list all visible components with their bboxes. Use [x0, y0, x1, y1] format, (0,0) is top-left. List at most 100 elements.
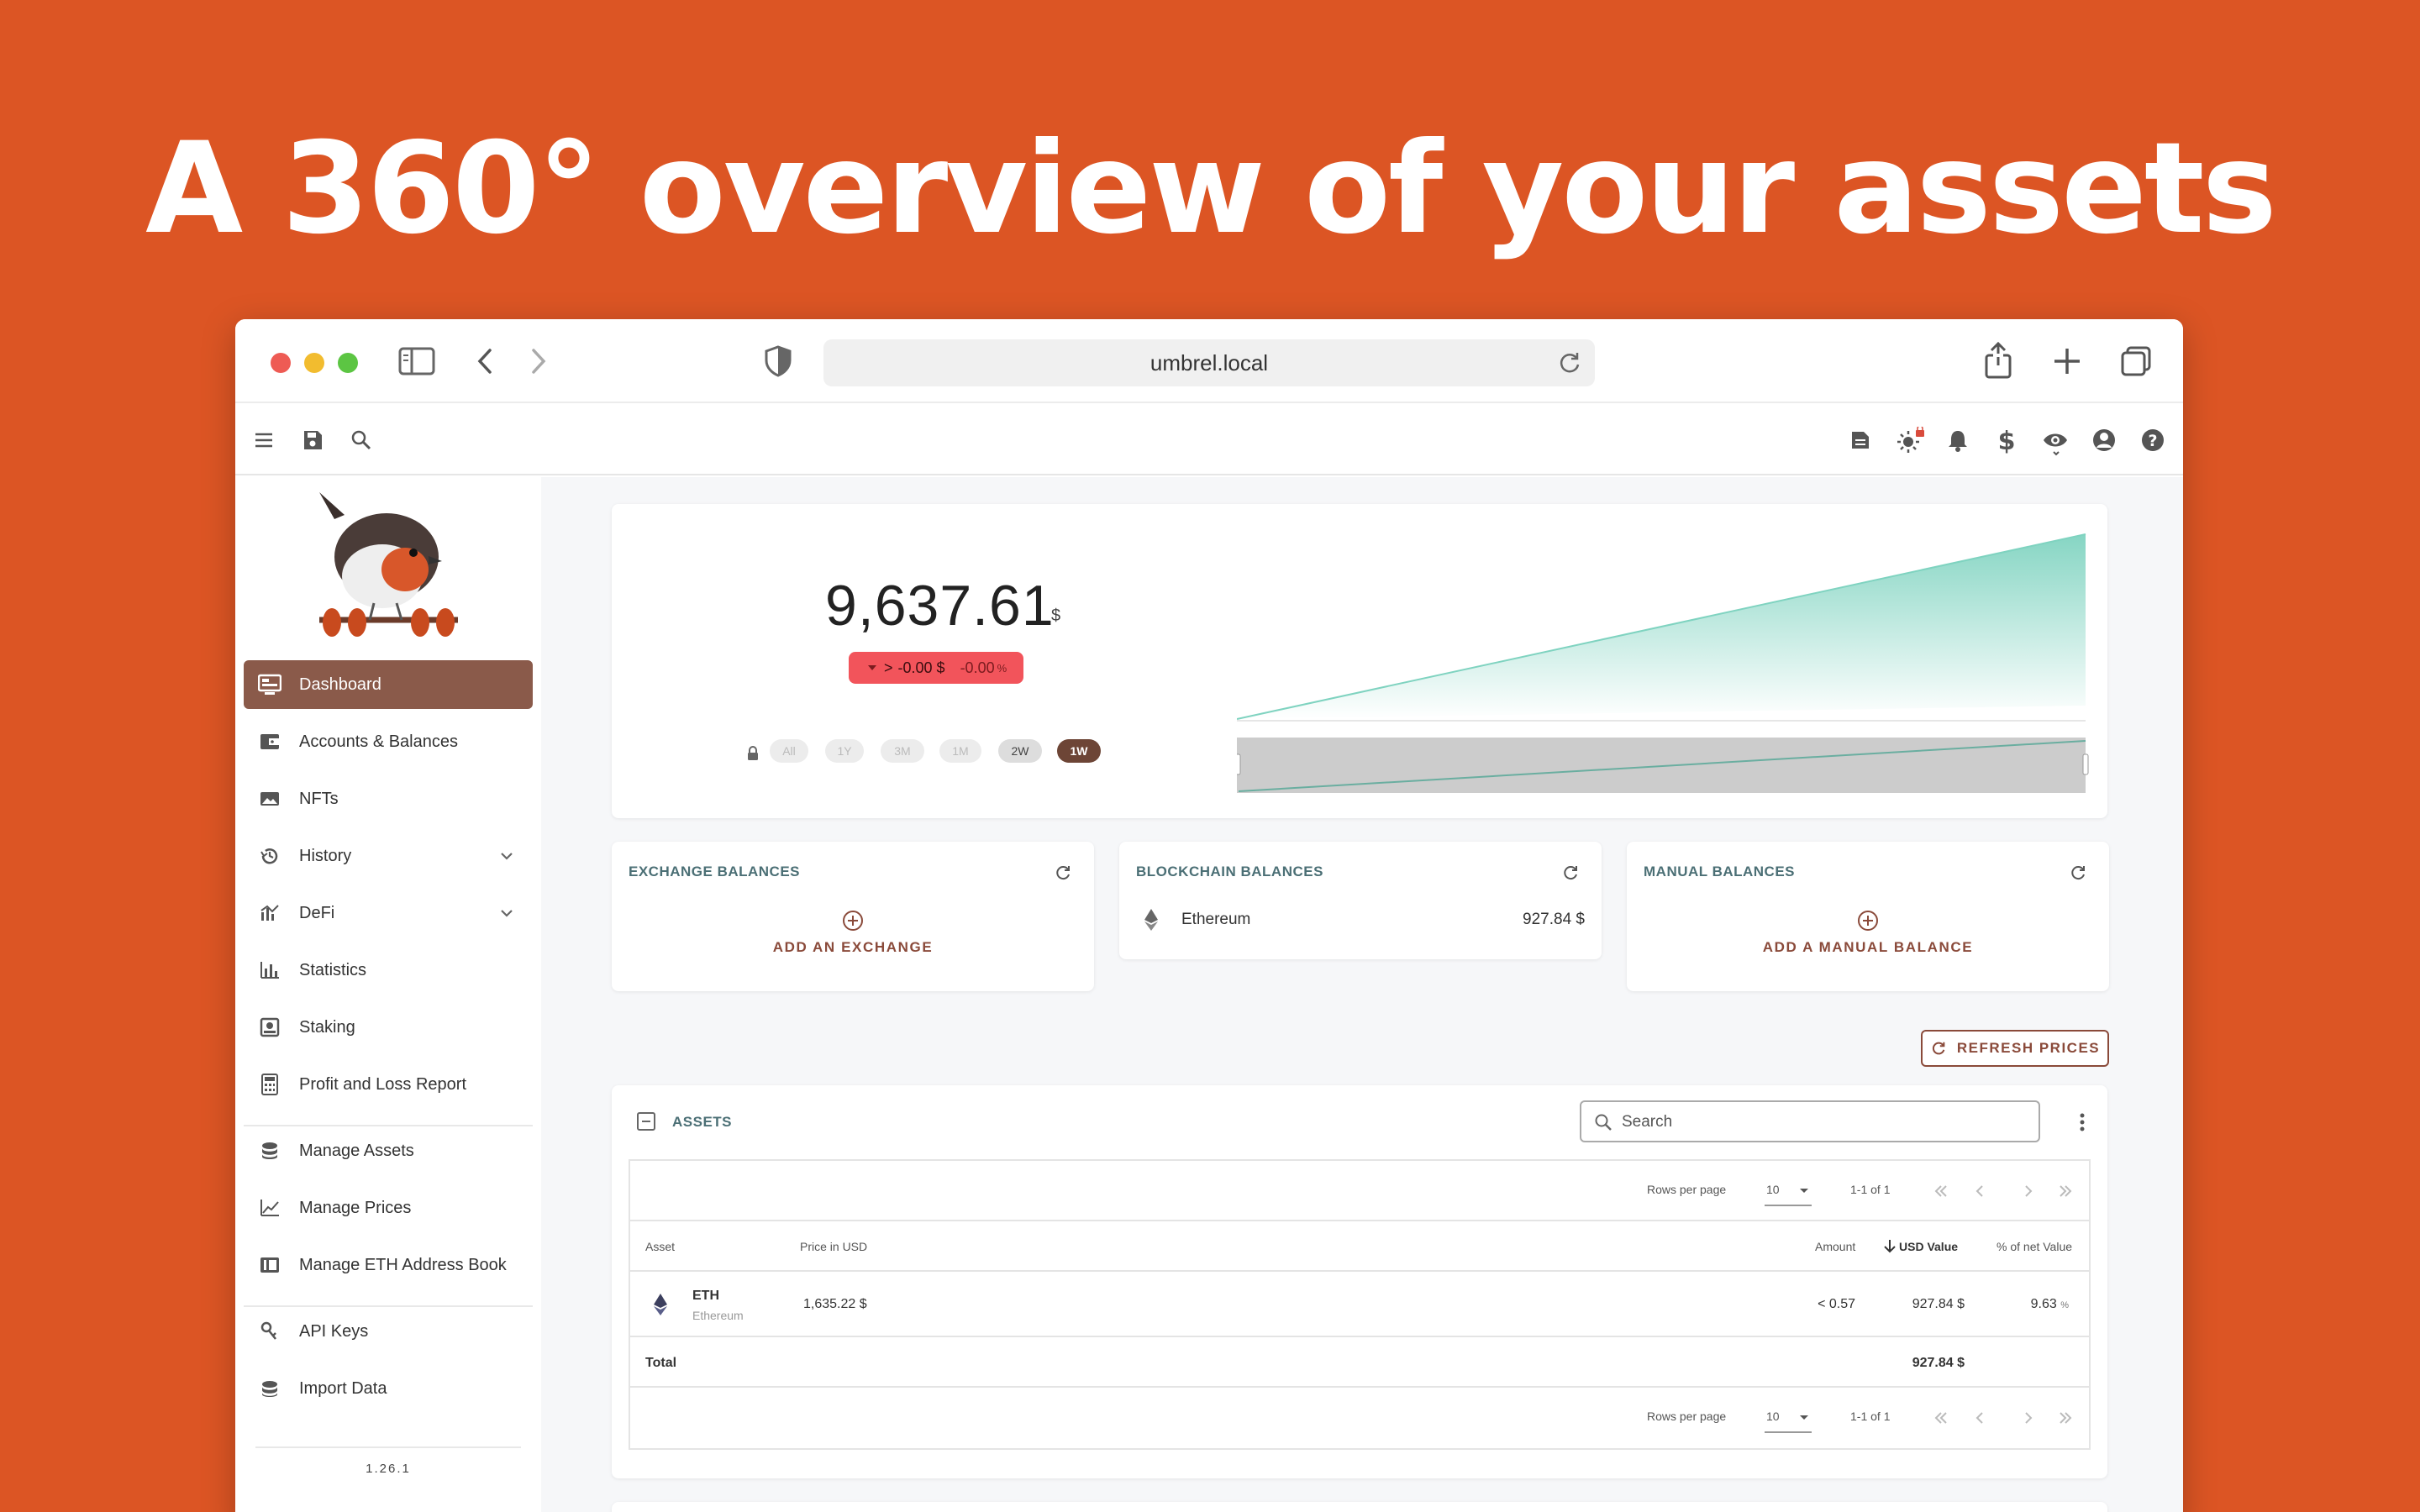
currency-icon[interactable]: $	[1993, 427, 2020, 456]
sidebar-item-defi[interactable]: DeFi	[244, 889, 533, 937]
sidebar-item-statistics[interactable]: Statistics	[244, 946, 533, 995]
sidebar-item-manage-assets[interactable]: Manage Assets	[244, 1126, 533, 1175]
collapse-icon[interactable]	[637, 1112, 655, 1131]
sidebar-item-label: History	[299, 846, 352, 865]
account-icon[interactable]	[2091, 427, 2118, 454]
range-3m[interactable]: 3M	[881, 739, 924, 763]
table-total-row: Total 927.84 $	[630, 1337, 2089, 1388]
bar-chart-icon	[257, 958, 282, 983]
help-icon[interactable]: ?	[2139, 427, 2166, 454]
maximize-window-button[interactable]	[338, 353, 358, 373]
refresh-prices-button[interactable]: REFRESH PRICES	[1921, 1030, 2109, 1067]
sidebar-item-nfts[interactable]: NFTs	[244, 774, 533, 823]
bell-icon[interactable]	[1944, 427, 1971, 454]
refresh-prices-label: REFRESH PRICES	[1956, 1040, 2101, 1056]
headline: A 360° overview of your assets	[145, 116, 2277, 262]
column-header-percent[interactable]: % of net Value	[1996, 1240, 2072, 1253]
refresh-icon[interactable]	[1054, 864, 1074, 884]
back-icon[interactable]	[472, 346, 497, 376]
sidebar-item-label: Dashboard	[299, 675, 381, 694]
refresh-icon[interactable]	[1561, 864, 1581, 884]
asset-symbol: ETH	[692, 1289, 719, 1303]
refresh-icon[interactable]	[2069, 864, 2089, 884]
defi-icon	[257, 900, 282, 926]
blockchain-chain-value: 927.84 $	[1523, 911, 1585, 928]
sidebar-item-manage-eth-address-book[interactable]: Manage ETH Address Book	[244, 1241, 533, 1289]
chevron-down-icon[interactable]	[497, 904, 516, 922]
sidebar-divider	[255, 1446, 521, 1448]
shield-icon[interactable]	[763, 344, 793, 378]
menu-icon[interactable]	[250, 427, 277, 454]
column-header-amount[interactable]: Amount	[1815, 1240, 1855, 1253]
page-info: 1-1 of 1	[1850, 1183, 1891, 1196]
sidebar-item-import-data[interactable]: Import Data	[244, 1364, 533, 1413]
privacy-eye-icon[interactable]	[2042, 427, 2069, 456]
svg-text:?: ?	[2148, 432, 2157, 450]
last-page-icon[interactable]	[2055, 1181, 2075, 1201]
sidebar-item-staking[interactable]: Staking	[244, 1003, 533, 1052]
add-exchange-button[interactable]: ADD AN EXCHANGE	[612, 909, 1094, 956]
more-options-icon[interactable]	[2072, 1110, 2092, 1134]
asset-name: Ethereum	[692, 1309, 744, 1322]
blockchain-balances-card: BLOCKCHAIN BALANCES Ethereum 927.84 $	[1119, 842, 1602, 959]
range-all[interactable]: All	[770, 739, 808, 763]
url-text: umbrel.local	[1150, 350, 1269, 375]
sidebar-item-label: Statistics	[299, 960, 367, 979]
save-icon[interactable]	[299, 427, 326, 454]
range-handle-left[interactable]	[1237, 753, 1241, 775]
sidebar-item-history[interactable]: History	[244, 832, 533, 880]
new-tab-icon[interactable]	[2050, 344, 2084, 378]
column-header-price[interactable]: Price in USD	[800, 1240, 867, 1253]
range-1y[interactable]: 1Y	[825, 739, 864, 763]
first-page-icon[interactable]	[1931, 1408, 1951, 1428]
forward-icon[interactable]	[526, 346, 551, 376]
manual-balances-title: MANUAL BALANCES	[1644, 864, 1796, 879]
share-icon[interactable]	[1981, 341, 2015, 380]
browser-titlebar: umbrel.local	[235, 319, 2183, 403]
minimize-window-button[interactable]	[304, 353, 324, 373]
table-row[interactable]: ETH Ethereum 1,635.22 $ < 0.57 927.84 $ …	[630, 1272, 2089, 1337]
blockchain-chain-name[interactable]: Ethereum	[1181, 911, 1250, 929]
rows-per-page-select[interactable]: 10	[1765, 1174, 1812, 1206]
lock-icon[interactable]	[746, 746, 760, 761]
search-icon[interactable]	[348, 427, 375, 454]
search-placeholder: Search	[1622, 1113, 1673, 1131]
asset-usd-value: 927.84 $	[1912, 1297, 1965, 1311]
sidebar-toggle-icon[interactable]	[398, 346, 435, 376]
asset-amount: < 0.57	[1818, 1297, 1855, 1311]
range-handle-right[interactable]	[2082, 753, 2089, 775]
sidebar-item-accounts-balances[interactable]: Accounts & Balances	[244, 717, 533, 766]
next-page-icon[interactable]	[2018, 1181, 2039, 1201]
sidebar-item-api-keys[interactable]: API Keys	[244, 1307, 533, 1356]
theme-icon[interactable]	[1896, 425, 1924, 454]
chevron-down-icon[interactable]	[497, 847, 516, 865]
sort-arrow-down-icon[interactable]	[1882, 1238, 1897, 1253]
prev-page-icon[interactable]	[1970, 1181, 1990, 1201]
change-percent-unit: %	[997, 661, 1007, 675]
ethereum-icon	[1144, 909, 1158, 931]
range-1m[interactable]: 1M	[939, 739, 981, 763]
address-bar[interactable]: umbrel.local	[823, 339, 1595, 386]
last-page-icon[interactable]	[2055, 1408, 2075, 1428]
prev-page-icon[interactable]	[1970, 1408, 1990, 1428]
svg-text:$: $	[1998, 427, 2016, 454]
reload-icon[interactable]	[1556, 349, 1583, 376]
asset-search-input[interactable]: Search	[1580, 1100, 2040, 1142]
notes-icon[interactable]	[1847, 427, 1874, 454]
range-1w[interactable]: 1W	[1057, 739, 1101, 763]
sidebar-item-manage-prices[interactable]: Manage Prices	[244, 1184, 533, 1232]
rows-per-page-value: 10	[1766, 1183, 1780, 1196]
app-logo	[302, 486, 471, 645]
close-window-button[interactable]	[271, 353, 291, 373]
rows-per-page-select[interactable]: 10	[1765, 1401, 1812, 1433]
column-header-asset[interactable]: Asset	[645, 1240, 675, 1253]
column-header-usd-value[interactable]: USD Value	[1899, 1240, 1958, 1253]
first-page-icon[interactable]	[1931, 1181, 1951, 1201]
range-2w[interactable]: 2W	[998, 739, 1042, 763]
add-manual-balance-button[interactable]: ADD A MANUAL BALANCE	[1627, 909, 2109, 956]
rows-per-page-value: 10	[1766, 1410, 1780, 1423]
next-page-icon[interactable]	[2018, 1408, 2039, 1428]
sidebar-item-profit-loss-report[interactable]: Profit and Loss Report	[244, 1060, 533, 1109]
sidebar-item-dashboard[interactable]: Dashboard	[244, 660, 533, 709]
tabs-overview-icon[interactable]	[2118, 343, 2154, 380]
